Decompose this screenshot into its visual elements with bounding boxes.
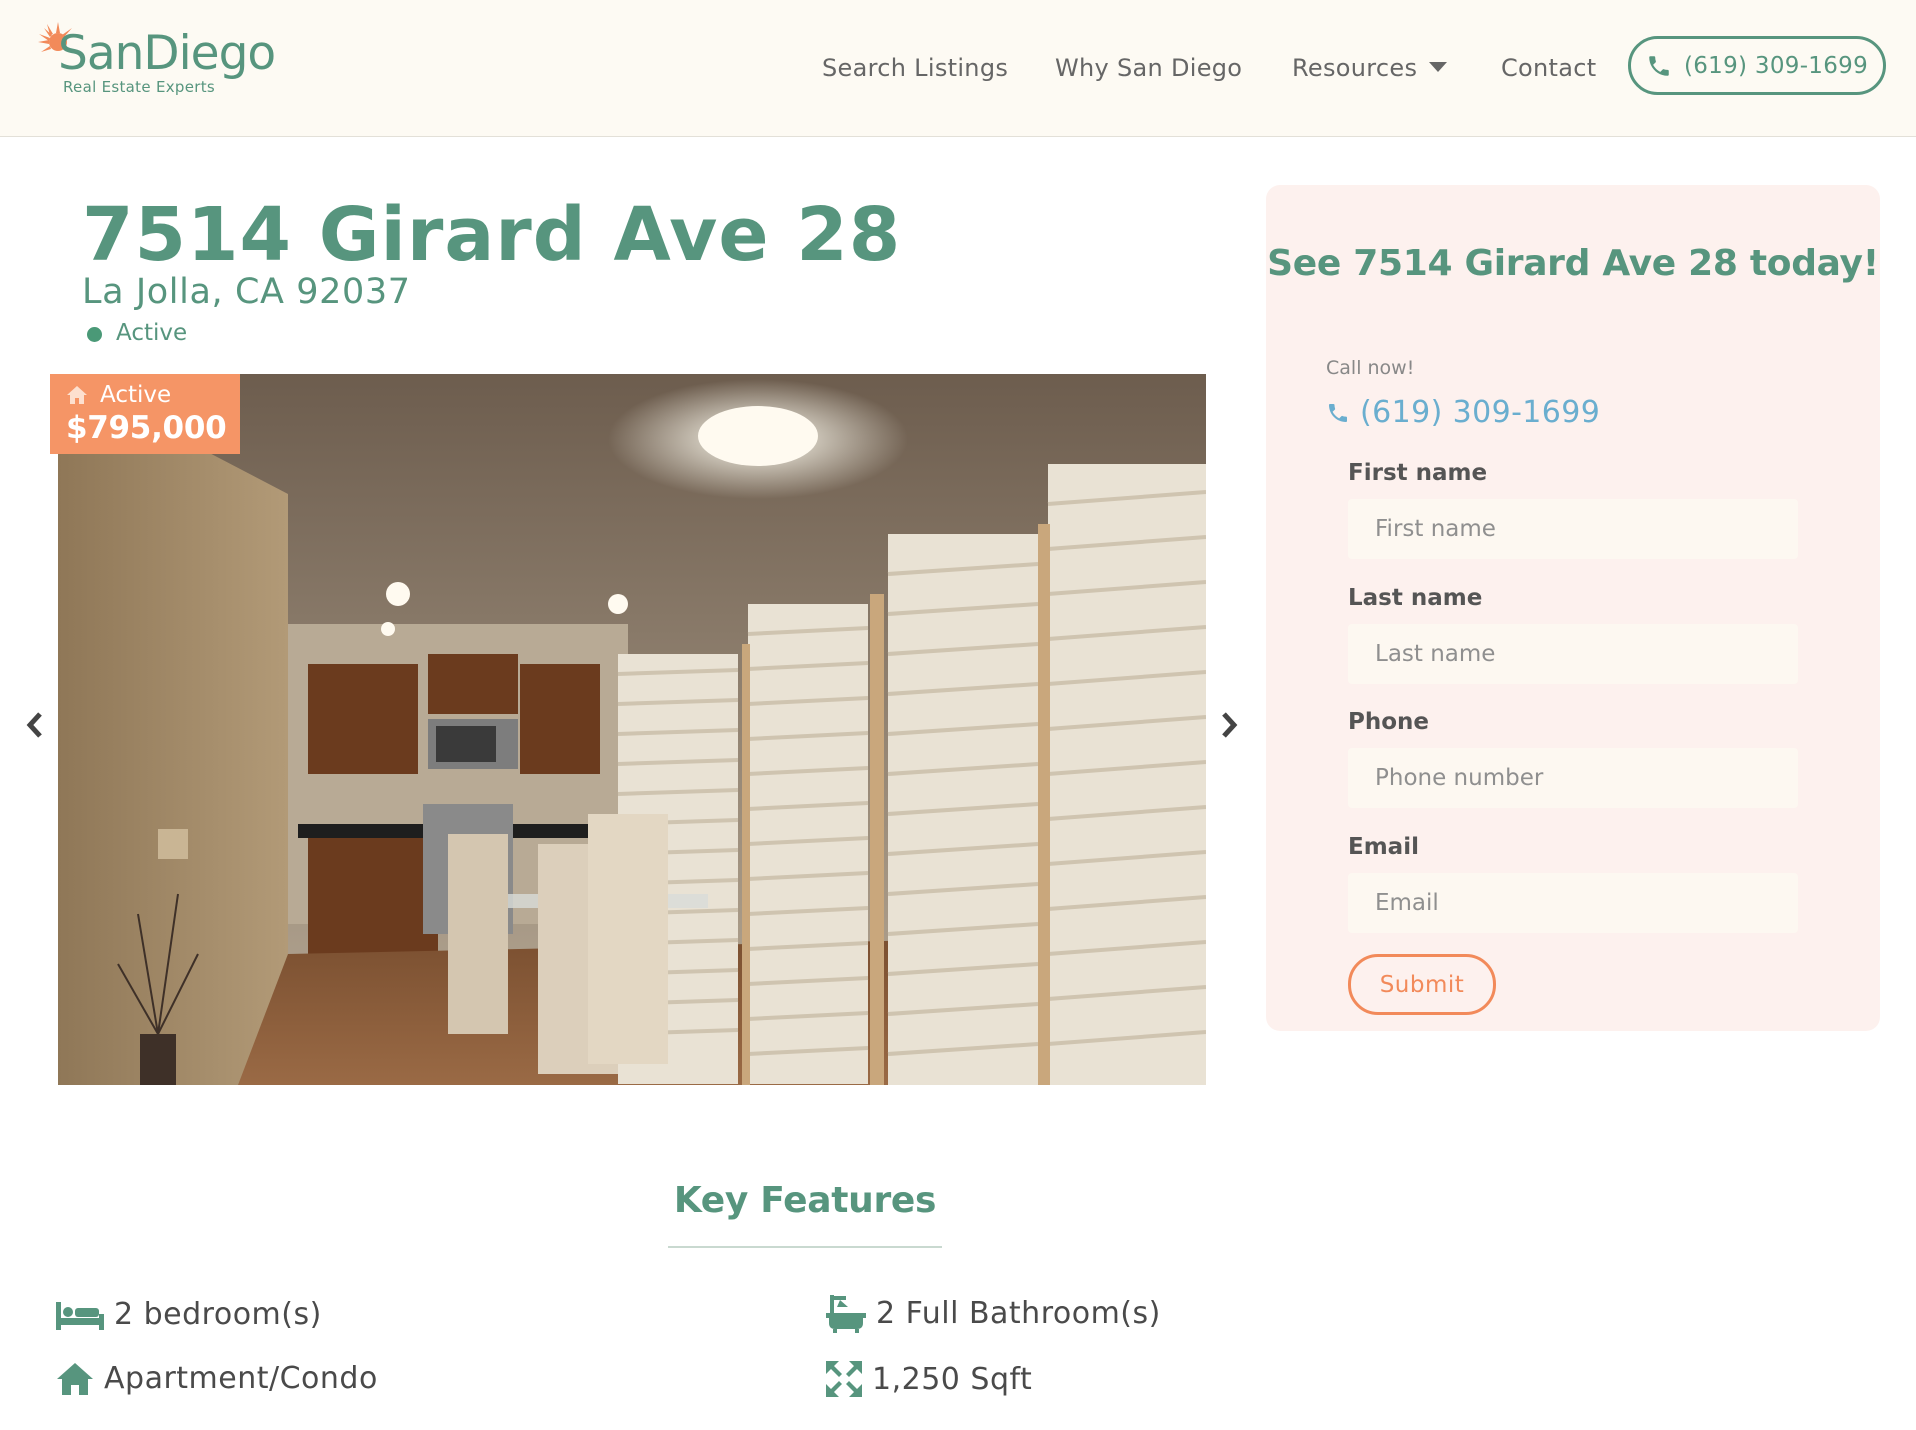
feature-size: 1,250 Sqft [826, 1361, 1032, 1397]
contact-card-title: See 7514 Girard Ave 28 today! [1267, 243, 1879, 284]
feature-type: Apartment/Condo [56, 1361, 378, 1396]
kitchen-photo [58, 374, 1206, 1085]
chevron-right-icon[interactable] [1218, 710, 1240, 740]
feature-bathrooms: 2 Full Bathroom(s) [826, 1293, 1161, 1333]
price-tag: Active $795,000 [50, 374, 240, 454]
nav-why-san-diego[interactable]: Why San Diego [1055, 54, 1242, 82]
call-now-label: Call now! [1326, 357, 1415, 379]
feature-bathrooms-text: 2 Full Bathroom(s) [876, 1295, 1161, 1331]
last-name-label: Last name [1348, 585, 1483, 611]
listing-address: 7514 Girard Ave 28 [82, 192, 902, 278]
bath-icon [826, 1295, 866, 1333]
bed-icon [56, 1301, 104, 1330]
call-now-number: (619) 309-1699 [1360, 395, 1601, 430]
phone-input[interactable] [1348, 748, 1798, 808]
listing-photo[interactable] [58, 374, 1206, 1085]
status-dot [87, 327, 102, 342]
last-name-input[interactable] [1348, 624, 1798, 684]
site-logo[interactable]: SanDiego Real Estate Experts [38, 18, 276, 102]
expand-icon [826, 1361, 862, 1397]
header-phone-button[interactable]: (619) 309-1699 [1628, 36, 1886, 95]
email-label: Email [1348, 834, 1419, 860]
call-now-link[interactable]: (619) 309-1699 [1326, 395, 1600, 430]
logo-name: SanDiego [58, 26, 276, 81]
feature-bedrooms-text: 2 bedroom(s) [114, 1297, 322, 1332]
first-name-input[interactable] [1348, 499, 1798, 559]
first-name-label: First name [1348, 460, 1488, 486]
price-tag-status: Active [100, 382, 172, 408]
phone-label: Phone [1348, 709, 1430, 735]
feature-type-text: Apartment/Condo [104, 1361, 378, 1396]
nav-search-listings[interactable]: Search Listings [822, 54, 1008, 82]
nav-resources-label: Resources [1292, 54, 1418, 82]
nav-resources[interactable]: Resources [1292, 54, 1448, 82]
listing-city: La Jolla, CA 92037 [82, 272, 411, 312]
email-input[interactable] [1348, 873, 1798, 933]
phone-icon [1649, 55, 1669, 76]
header-phone-number: (619) 309-1699 [1683, 52, 1869, 79]
listing-status: Active [116, 320, 188, 346]
caret-down-icon [1429, 62, 1448, 72]
nav-contact[interactable]: Contact [1501, 54, 1596, 82]
chevron-left-icon[interactable] [24, 710, 46, 740]
home-icon [57, 1362, 93, 1395]
home-icon [67, 386, 87, 404]
contact-card: See 7514 Girard Ave 28 today! Call now! … [1266, 185, 1880, 1031]
logo-tagline: Real Estate Experts [63, 78, 216, 96]
listing-price: $795,000 [66, 410, 227, 446]
feature-size-text: 1,250 Sqft [872, 1361, 1033, 1397]
phone-icon [1329, 403, 1347, 422]
submit-button[interactable]: Submit [1348, 954, 1496, 1015]
site-header: SanDiego Real Estate Experts Search List… [0, 0, 1916, 137]
feature-bedrooms: 2 bedroom(s) [56, 1297, 322, 1332]
key-features-title: Key Features [673, 1180, 937, 1221]
key-features-divider [668, 1246, 942, 1248]
